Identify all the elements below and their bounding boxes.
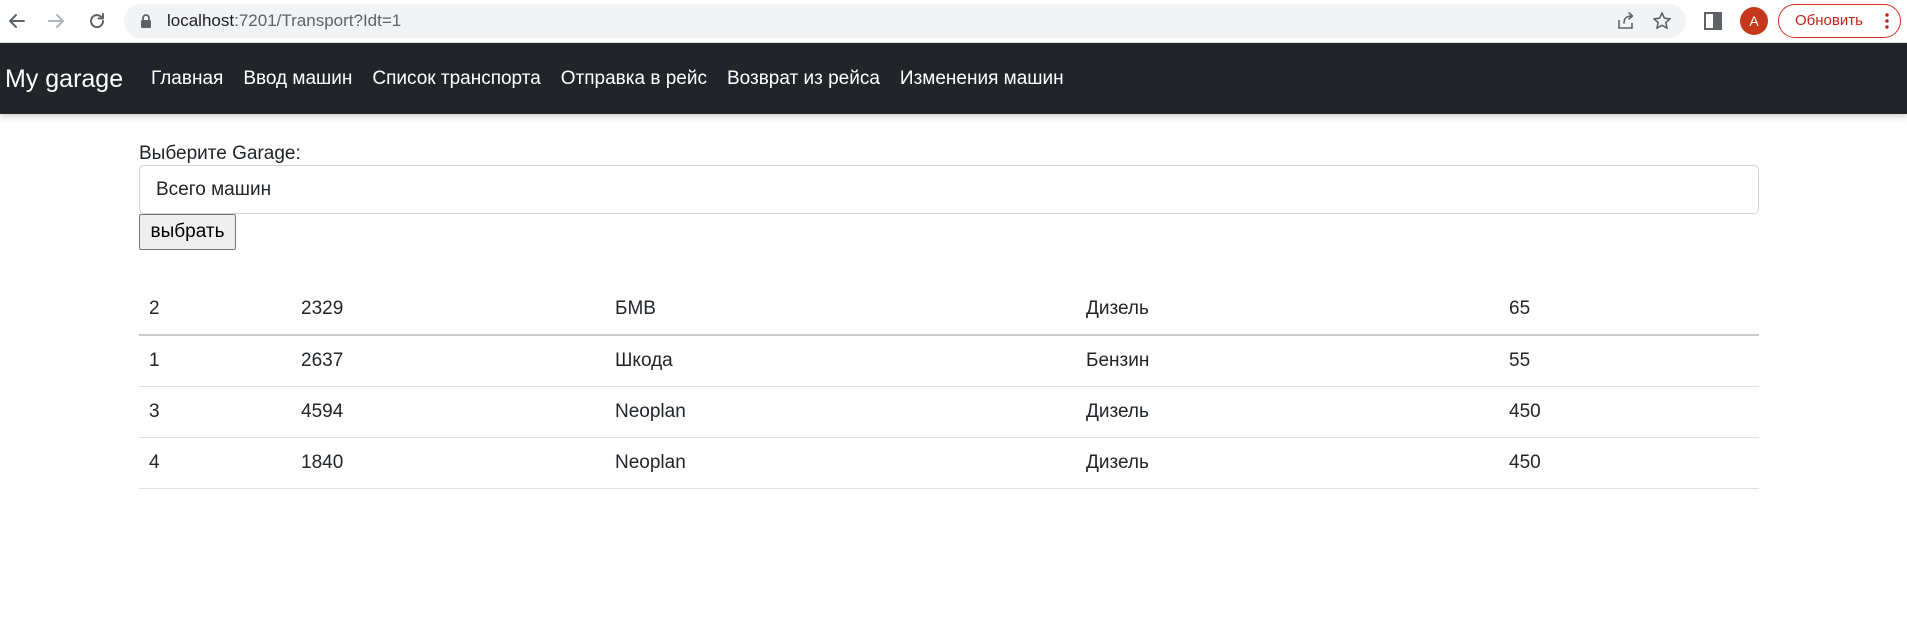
table-cell-fuel: Дизель — [1086, 298, 1149, 319]
garage-select[interactable]: Всего машин — [139, 165, 1759, 214]
table-cell-capacity: 450 — [1509, 401, 1541, 422]
nav-link-add-cars[interactable]: Ввод машин — [243, 67, 352, 91]
nav-link-home[interactable]: Главная — [151, 67, 223, 91]
table-row: 3 4594 Neoplan Дизель 450 — [139, 387, 1759, 438]
table-cell-number: 2637 — [301, 350, 344, 371]
reload-icon[interactable] — [84, 8, 110, 34]
table-row: 2 2329 БМВ Дизель 65 — [139, 284, 1759, 336]
choose-button[interactable]: выбрать — [139, 214, 236, 250]
update-browser-button[interactable]: Обновить — [1778, 4, 1901, 38]
site-navbar: My garage Главная Ввод машин Список тран… — [0, 43, 1907, 114]
table-cell-capacity: 55 — [1509, 350, 1531, 371]
table-cell-model: Neoplan — [615, 401, 686, 422]
table-cell-capacity: 65 — [1509, 298, 1531, 319]
bookmark-star-icon[interactable] — [1652, 11, 1672, 31]
share-icon[interactable] — [1616, 11, 1636, 31]
nav-link-return[interactable]: Возврат из рейса — [727, 67, 880, 91]
profile-avatar[interactable]: A — [1740, 7, 1768, 35]
table-cell-id: 3 — [149, 401, 160, 422]
nav-links: Главная Ввод машин Список транспорта Отп… — [151, 67, 1084, 91]
table-cell-fuel: Дизель — [1086, 401, 1149, 422]
table-cell-id: 2 — [149, 298, 160, 319]
side-panel-icon[interactable] — [1703, 11, 1723, 31]
url-path: :7201/Transport?Idt=1 — [234, 11, 402, 30]
kebab-menu-icon[interactable] — [1884, 13, 1890, 29]
table-row: 4 1840 Neoplan Дизель 450 — [139, 438, 1759, 489]
garage-select-label: Выберите Garage: — [139, 143, 301, 164]
table-cell-id: 1 — [149, 350, 160, 371]
table-row: 1 2637 Шкода Бензин 55 — [139, 336, 1759, 387]
url-text[interactable]: localhost:7201/Transport?Idt=1 — [167, 12, 401, 30]
forward-arrow-icon[interactable] — [43, 8, 69, 34]
garage-select-value: Всего машин — [156, 179, 272, 200]
update-button-label: Обновить — [1795, 12, 1863, 29]
table-cell-number: 1840 — [301, 452, 344, 473]
table-cell-number: 4594 — [301, 401, 344, 422]
nav-link-dispatch[interactable]: Отправка в рейс — [561, 67, 707, 91]
transport-table: 2 2329 БМВ Дизель 65 1 2637 Шкода Бензин… — [139, 284, 1759, 489]
table-cell-fuel: Бензин — [1086, 350, 1150, 371]
browser-toolbar: localhost:7201/Transport?Idt=1 A Обновит… — [0, 0, 1907, 43]
table-cell-capacity: 450 — [1509, 452, 1541, 473]
url-host: localhost — [167, 11, 235, 30]
table-cell-model: Neoplan — [615, 452, 686, 473]
lock-icon[interactable] — [138, 13, 154, 29]
nav-link-car-changes[interactable]: Изменения машин — [900, 67, 1064, 91]
table-cell-model: Шкода — [615, 350, 673, 371]
nav-link-transport-list[interactable]: Список транспорта — [372, 67, 540, 91]
table-cell-fuel: Дизель — [1086, 452, 1149, 473]
table-cell-model: БМВ — [615, 298, 656, 319]
table-cell-id: 4 — [149, 452, 160, 473]
brand-link[interactable]: My garage — [5, 64, 123, 94]
address-bar[interactable]: localhost:7201/Transport?Idt=1 — [124, 4, 1686, 38]
table-cell-number: 2329 — [301, 298, 344, 319]
back-arrow-icon[interactable] — [4, 8, 30, 34]
